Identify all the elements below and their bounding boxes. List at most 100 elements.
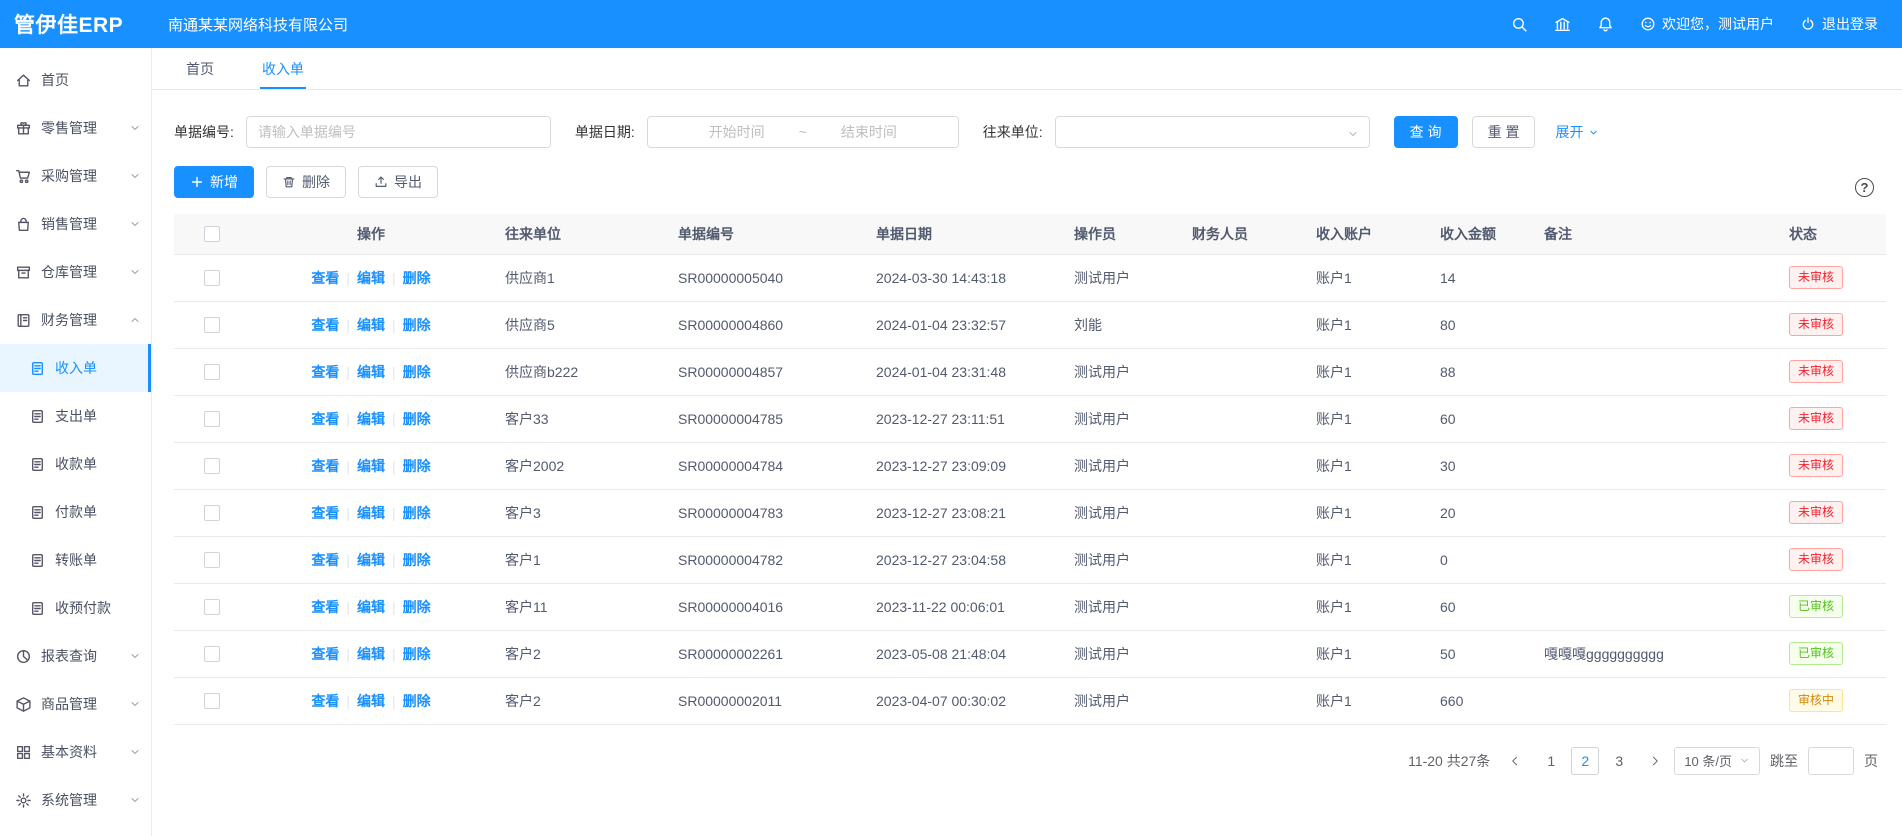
search-icon[interactable] <box>1511 16 1528 33</box>
action-delete-link[interactable]: 删除 <box>403 364 431 380</box>
tab-income[interactable]: 收入单 <box>260 48 306 89</box>
sidebar-item-expense[interactable]: 支出单 <box>0 392 151 440</box>
doc-icon <box>29 600 46 617</box>
app-root: 管伊佳ERP 南通某某网络科技有限公司 欢迎您，测试用户 <box>0 0 1902 836</box>
action-delete-link[interactable]: 删除 <box>403 458 431 474</box>
action-delete-link[interactable]: 删除 <box>403 599 431 615</box>
row-checkbox[interactable] <box>204 411 220 427</box>
table-body: 查看|编辑|删除供应商1SR000000050402024-03-30 14:4… <box>174 254 1886 724</box>
help-icon[interactable]: ? <box>1855 178 1874 197</box>
action-view-link[interactable]: 查看 <box>311 646 339 662</box>
row-checkbox[interactable] <box>204 693 220 709</box>
cell-finance <box>1180 254 1304 301</box>
row-checkbox[interactable] <box>204 505 220 521</box>
action-delete-link[interactable]: 删除 <box>403 270 431 286</box>
action-view-link[interactable]: 查看 <box>311 458 339 474</box>
sidebar-item-advance[interactable]: 收预付款 <box>0 584 151 632</box>
select-all-checkbox[interactable] <box>204 226 220 242</box>
action-view-link[interactable]: 查看 <box>311 317 339 333</box>
action-view-link[interactable]: 查看 <box>311 411 339 427</box>
add-button[interactable]: 新增 <box>174 166 254 198</box>
action-view-link[interactable]: 查看 <box>311 505 339 521</box>
row-checkbox[interactable] <box>204 646 220 662</box>
export-button[interactable]: 导出 <box>358 166 438 198</box>
tab-home[interactable]: 首页 <box>184 48 216 89</box>
sidebar-item-income[interactable]: 收入单 <box>0 344 151 392</box>
action-edit-link[interactable]: 编辑 <box>357 270 385 286</box>
action-edit-link[interactable]: 编辑 <box>357 364 385 380</box>
action-edit-link[interactable]: 编辑 <box>357 646 385 662</box>
jump-input[interactable] <box>1808 747 1854 775</box>
reset-button[interactable]: 重 置 <box>1472 116 1536 148</box>
date-range-input[interactable]: 开始时间 ~ 结束时间 <box>647 116 959 148</box>
sidebar-item-retail[interactable]: 零售管理 <box>0 104 151 152</box>
partner-select[interactable] <box>1055 116 1370 148</box>
action-delete-link[interactable]: 删除 <box>403 552 431 568</box>
cell-amount: 20 <box>1428 489 1532 536</box>
cell-account: 账户1 <box>1304 442 1428 489</box>
cell-remark: 嘎嘎嘎gggggggggg <box>1532 630 1777 677</box>
table-row: 查看|编辑|删除供应商b222SR000000048572024-01-04 2… <box>174 348 1886 395</box>
action-edit-link[interactable]: 编辑 <box>357 317 385 333</box>
next-page-button[interactable] <box>1646 755 1664 767</box>
row-checkbox[interactable] <box>204 552 220 568</box>
action-delete-link[interactable]: 删除 <box>403 317 431 333</box>
bell-icon[interactable] <box>1597 16 1614 33</box>
delete-button[interactable]: 删除 <box>266 166 346 198</box>
cell-operator: 测试用户 <box>1062 254 1180 301</box>
sidebar-item-transfer[interactable]: 转账单 <box>0 536 151 584</box>
expand-link[interactable]: 展开 <box>1555 122 1599 142</box>
row-checkbox[interactable] <box>204 599 220 615</box>
sidebar-item-sales[interactable]: 销售管理 <box>0 200 151 248</box>
sidebar-item-system[interactable]: 系统管理 <box>0 776 151 824</box>
sidebar-item-home[interactable]: 首页 <box>0 56 151 104</box>
action-delete-link[interactable]: 删除 <box>403 411 431 427</box>
row-checkbox[interactable] <box>204 364 220 380</box>
sidebar-item-purchase[interactable]: 采购管理 <box>0 152 151 200</box>
action-edit-link[interactable]: 编辑 <box>357 552 385 568</box>
action-view-link[interactable]: 查看 <box>311 552 339 568</box>
column-header: 单据编号 <box>666 214 864 254</box>
action-separator: | <box>392 458 396 474</box>
sidebar-item-label: 仓库管理 <box>41 262 97 282</box>
page-size-select[interactable]: 10 条/页 <box>1674 747 1760 775</box>
page-button-3[interactable]: 3 <box>1605 747 1633 775</box>
row-checkbox[interactable] <box>204 317 220 333</box>
page-button-2[interactable]: 2 <box>1571 747 1599 775</box>
action-edit-link[interactable]: 编辑 <box>357 411 385 427</box>
action-delete-link[interactable]: 删除 <box>403 505 431 521</box>
cell-bill_no: SR00000004016 <box>666 583 864 630</box>
action-view-link[interactable]: 查看 <box>311 599 339 615</box>
welcome-user[interactable]: 欢迎您，测试用户 <box>1640 14 1774 34</box>
building-icon[interactable] <box>1554 16 1571 33</box>
action-delete-link[interactable]: 删除 <box>403 646 431 662</box>
sidebar-item-basic[interactable]: 基本资料 <box>0 728 151 776</box>
doc-icon <box>29 360 46 377</box>
row-checkbox[interactable] <box>204 270 220 286</box>
action-view-link[interactable]: 查看 <box>311 364 339 380</box>
action-view-link[interactable]: 查看 <box>311 270 339 286</box>
action-delete-link[interactable]: 删除 <box>403 693 431 709</box>
sidebar-item-warehouse[interactable]: 仓库管理 <box>0 248 151 296</box>
action-edit-link[interactable]: 编辑 <box>357 599 385 615</box>
prev-page-button[interactable] <box>1506 755 1524 767</box>
action-edit-link[interactable]: 编辑 <box>357 458 385 474</box>
date-end-placeholder: 结束时间 <box>841 122 897 142</box>
action-view-link[interactable]: 查看 <box>311 693 339 709</box>
logout-button[interactable]: 退出登录 <box>1800 14 1878 34</box>
search-button[interactable]: 查 询 <box>1394 116 1458 148</box>
action-separator: | <box>392 505 396 521</box>
action-edit-link[interactable]: 编辑 <box>357 693 385 709</box>
cell-account: 账户1 <box>1304 630 1428 677</box>
sidebar-item-goods[interactable]: 商品管理 <box>0 680 151 728</box>
page-button-1[interactable]: 1 <box>1537 747 1565 775</box>
sidebar-item-finance[interactable]: 财务管理 <box>0 296 151 344</box>
sidebar-item-payment[interactable]: 付款单 <box>0 488 151 536</box>
action-edit-link[interactable]: 编辑 <box>357 505 385 521</box>
goods-icon <box>15 696 32 713</box>
bill-no-input[interactable] <box>246 116 551 148</box>
sidebar-item-receipt[interactable]: 收款单 <box>0 440 151 488</box>
row-checkbox[interactable] <box>204 458 220 474</box>
sidebar-item-reports[interactable]: 报表查询 <box>0 632 151 680</box>
cell-partner: 供应商b222 <box>493 348 666 395</box>
